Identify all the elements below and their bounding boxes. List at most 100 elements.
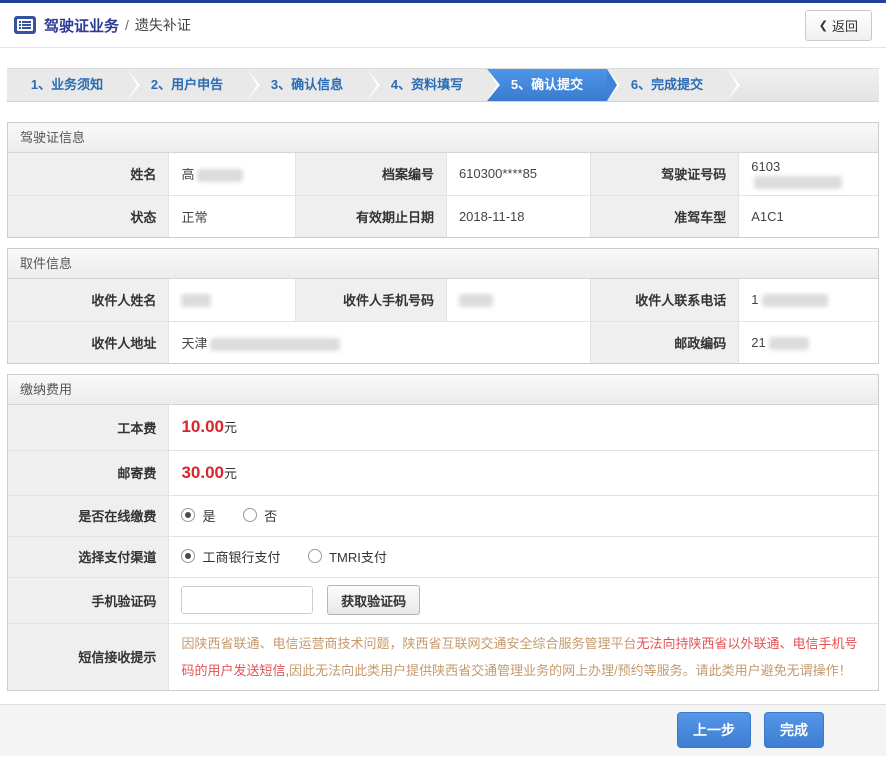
field-label-recipient-address: 收件人地址 bbox=[8, 321, 169, 363]
table-row: 姓名 高 档案编号 610300****85 驾驶证号码 6103 bbox=[8, 153, 878, 195]
name-visible-text: 高 bbox=[181, 167, 194, 182]
address-visible-text: 天津 bbox=[181, 336, 207, 351]
step-progress-bar: 1、业务须知 2、用户申告 3、确认信息 4、资料填写 5、确认提交 6、完成提… bbox=[7, 68, 879, 102]
sms-code-input[interactable] bbox=[181, 586, 313, 614]
radio-channel-icbc-label: 工商银行支付 bbox=[202, 547, 280, 566]
redacted-value bbox=[762, 294, 828, 307]
payment-table: 工本费 10.00元 邮寄费 30.00元 是否在线缴费 是 否 bbox=[8, 405, 878, 690]
license-business-icon bbox=[14, 16, 36, 34]
radio-channel-tmri[interactable]: TMRI支付 bbox=[308, 547, 387, 566]
field-value-recipient-name bbox=[169, 279, 296, 321]
redacted-value bbox=[181, 294, 211, 307]
postal-visible-text: 21 bbox=[751, 335, 765, 350]
radio-online-yes-label: 是 bbox=[202, 506, 215, 525]
step-item-2: 2、用户申告 bbox=[127, 69, 247, 101]
redacted-value bbox=[459, 294, 493, 307]
license-no-visible-text: 6103 bbox=[751, 159, 780, 174]
field-label-status: 状态 bbox=[8, 195, 169, 237]
sms-note-part1: 因陕西省联通、电信运营商技术问题，陕西省互联网交通安全综合服务管理平台 bbox=[181, 636, 636, 651]
table-row: 收件人地址 天津 邮政编码 21 bbox=[8, 321, 878, 363]
breadcrumb-current: 遗失补证 bbox=[135, 15, 191, 35]
field-value-pay-channel: 工商银行支付 TMRI支付 bbox=[169, 536, 878, 577]
redacted-value bbox=[197, 169, 243, 182]
field-label-sms-code: 手机验证码 bbox=[8, 577, 169, 623]
redacted-value bbox=[754, 176, 842, 189]
field-value-postage: 30.00元 bbox=[169, 450, 878, 495]
finish-button[interactable]: 完成 bbox=[764, 712, 824, 748]
footer-action-bar: 上一步 完成 bbox=[0, 704, 886, 756]
table-row: 是否在线缴费 是 否 bbox=[8, 495, 878, 536]
back-button[interactable]: ❮ 返回 bbox=[805, 10, 872, 41]
field-label-online-pay: 是否在线缴费 bbox=[8, 495, 169, 536]
field-value-postal-code: 21 bbox=[739, 321, 878, 363]
field-label-vehicle-class: 准驾车型 bbox=[590, 195, 739, 237]
field-label-name: 姓名 bbox=[8, 153, 169, 195]
license-info-title: 驾驶证信息 bbox=[8, 123, 878, 153]
field-label-sms-note: 短信接收提示 bbox=[8, 623, 169, 690]
table-row: 短信接收提示 因陕西省联通、电信运营商技术问题，陕西省互联网交通安全综合服务管理… bbox=[8, 623, 878, 690]
fee-unit: 元 bbox=[224, 420, 237, 435]
postage-amount: 30.00 bbox=[181, 463, 224, 482]
payment-section: 缴纳费用 工本费 10.00元 邮寄费 30.00元 是否在线缴费 是 bbox=[7, 374, 879, 691]
radio-online-yes[interactable]: 是 bbox=[181, 506, 215, 525]
field-value-online-pay: 是 否 bbox=[169, 495, 878, 536]
field-label-postal-code: 邮政编码 bbox=[590, 321, 739, 363]
payment-title: 缴纳费用 bbox=[8, 375, 878, 405]
field-value-recipient-address: 天津 bbox=[169, 321, 590, 363]
field-value-license-no: 6103 bbox=[739, 153, 878, 195]
field-value-sms-note: 因陕西省联通、电信运营商技术问题，陕西省互联网交通安全综合服务管理平台无法向持陕… bbox=[169, 623, 878, 690]
table-row: 状态 正常 有效期止日期 2018-11-18 准驾车型 A1C1 bbox=[8, 195, 878, 237]
field-value-status: 正常 bbox=[169, 195, 296, 237]
step-item-5-active: 5、确认提交 bbox=[487, 69, 607, 101]
table-row: 选择支付渠道 工商银行支付 TMRI支付 bbox=[8, 536, 878, 577]
step-item-4: 4、资料填写 bbox=[367, 69, 487, 101]
license-info-table: 姓名 高 档案编号 610300****85 驾驶证号码 6103 状态 正常 … bbox=[8, 153, 878, 237]
license-info-section: 驾驶证信息 姓名 高 档案编号 610300****85 驾驶证号码 6103 … bbox=[7, 122, 879, 238]
phone-visible-text: 1 bbox=[751, 292, 758, 307]
radio-channel-tmri-label: TMRI支付 bbox=[329, 547, 387, 566]
page-header: 驾驶证业务 / 遗失补证 ❮ 返回 bbox=[0, 3, 886, 48]
field-value-vehicle-class: A1C1 bbox=[739, 195, 878, 237]
page-title: 驾驶证业务 bbox=[44, 15, 119, 36]
field-value-sms-code: 获取验证码 bbox=[169, 577, 878, 623]
previous-step-button[interactable]: 上一步 bbox=[677, 712, 751, 748]
fee-unit: 元 bbox=[224, 466, 237, 481]
field-label-recipient-name: 收件人姓名 bbox=[8, 279, 169, 321]
field-label-expiry: 有效期止日期 bbox=[296, 195, 447, 237]
radio-circle-icon bbox=[243, 508, 257, 522]
table-row: 收件人姓名 收件人手机号码 收件人联系电话 1 bbox=[8, 279, 878, 321]
pickup-info-section: 取件信息 收件人姓名 收件人手机号码 收件人联系电话 1 收件人地址 天津 邮政… bbox=[7, 248, 879, 364]
redacted-value bbox=[210, 338, 340, 351]
get-sms-code-button[interactable]: 获取验证码 bbox=[327, 585, 420, 615]
step-item-3: 3、确认信息 bbox=[247, 69, 367, 101]
pickup-info-title: 取件信息 bbox=[8, 249, 878, 279]
radio-circle-icon bbox=[181, 549, 195, 563]
sms-note-part3: 因此无法向此类用户提供陕西省交通管理业务的网上办理/预约等服务。请此类用户避免无… bbox=[289, 663, 852, 678]
redacted-value bbox=[769, 337, 809, 350]
step-item-6: 6、完成提交 bbox=[607, 69, 727, 101]
field-value-recipient-phone: 1 bbox=[739, 279, 878, 321]
radio-online-no-label: 否 bbox=[264, 506, 277, 525]
table-row: 手机验证码 获取验证码 bbox=[8, 577, 878, 623]
field-value-recipient-mobile bbox=[446, 279, 590, 321]
field-value-work-fee: 10.00元 bbox=[169, 405, 878, 450]
pickup-info-table: 收件人姓名 收件人手机号码 收件人联系电话 1 收件人地址 天津 邮政编码 21 bbox=[8, 279, 878, 363]
field-label-recipient-mobile: 收件人手机号码 bbox=[296, 279, 447, 321]
field-value-name: 高 bbox=[169, 153, 296, 195]
radio-circle-icon bbox=[308, 549, 322, 563]
work-fee-amount: 10.00 bbox=[181, 417, 224, 436]
field-label-work-fee: 工本费 bbox=[8, 405, 169, 450]
field-label-postage: 邮寄费 bbox=[8, 450, 169, 495]
sms-note-text: 因陕西省联通、电信运营商技术问题，陕西省互联网交通安全综合服务管理平台无法向持陕… bbox=[181, 630, 866, 684]
step-item-1: 1、业务须知 bbox=[7, 69, 127, 101]
field-value-expiry: 2018-11-18 bbox=[446, 195, 590, 237]
table-row: 邮寄费 30.00元 bbox=[8, 450, 878, 495]
back-arrow-icon: ❮ bbox=[819, 19, 828, 32]
table-row: 工本费 10.00元 bbox=[8, 405, 878, 450]
radio-online-no[interactable]: 否 bbox=[243, 506, 277, 525]
radio-circle-icon bbox=[181, 508, 195, 522]
radio-channel-icbc[interactable]: 工商银行支付 bbox=[181, 547, 280, 566]
field-value-file-no: 610300****85 bbox=[446, 153, 590, 195]
field-label-pay-channel: 选择支付渠道 bbox=[8, 536, 169, 577]
back-button-label: 返回 bbox=[832, 16, 858, 35]
